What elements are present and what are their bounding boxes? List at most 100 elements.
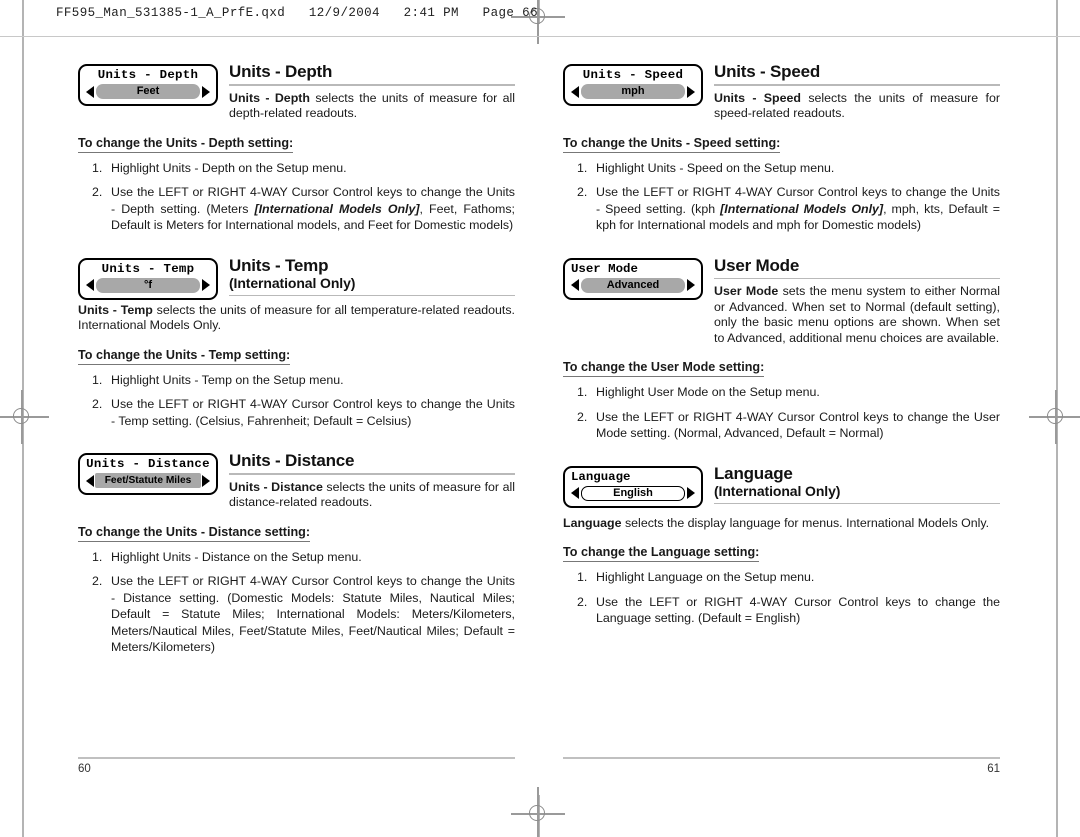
steps-list: 1. Highlight Units - Temp on the Setup me… xyxy=(78,372,515,430)
widget-value-row: English xyxy=(570,485,696,501)
menu-widget-units-distance[interactable]: Units - Distance Feet/Statute Miles xyxy=(78,453,218,496)
intro-text: selects the display language for menus. … xyxy=(621,515,990,530)
right-arrow-icon[interactable] xyxy=(202,85,210,98)
step-number: 2. xyxy=(92,574,103,589)
prepress-header: FF595_Man_531385-1_A_PrfE.qxd 12/9/2004 … xyxy=(56,6,538,20)
section-user-mode: User Mode Advanced User Mode User Mode s… xyxy=(563,256,1000,442)
section-title: Units - Speed xyxy=(714,62,821,81)
left-arrow-icon[interactable] xyxy=(571,85,579,98)
widget-value: Advanced xyxy=(581,277,685,293)
menu-widget-language[interactable]: Language English xyxy=(563,465,703,508)
section-units-speed: Units - Speed mph Units - Speed Units - … xyxy=(563,62,1000,234)
section-heading-block: Language (International Only) xyxy=(703,464,1000,505)
section-units-temp: Units - Temp °f Units - Temp (Internatio… xyxy=(78,256,515,430)
widget-title: Units - Temp xyxy=(101,261,195,276)
step-number: 2. xyxy=(92,397,103,412)
widget-value-row: Feet xyxy=(85,84,211,99)
registration-mark-bottom xyxy=(511,787,565,837)
step-text: Highlight Units - Depth on the Setup men… xyxy=(111,160,347,175)
menu-widget-user-mode[interactable]: User Mode Advanced xyxy=(563,257,703,300)
section-title: Units - Depth xyxy=(229,62,333,81)
right-page-column: Units - Speed mph Units - Speed Units - … xyxy=(563,62,1000,635)
step-item: 2. Use the LEFT or RIGHT 4-WAY Cursor Con… xyxy=(563,594,1000,627)
section-intro: User Mode sets the menu system to either… xyxy=(714,284,1000,346)
widget-value-row: mph xyxy=(570,84,696,99)
section-header: Units - Distance Feet/Statute Miles Unit… xyxy=(78,451,515,511)
steps-list: 1. Highlight Language on the Setup menu. … xyxy=(563,569,1000,627)
right-arrow-icon[interactable] xyxy=(687,487,695,500)
left-arrow-icon[interactable] xyxy=(86,474,94,487)
section-subtitle: (International Only) xyxy=(714,482,841,499)
document-page: FF595_Man_531385-1_A_PrfE.qxd 12/9/2004 … xyxy=(0,0,1080,837)
title-divider xyxy=(714,502,1000,505)
footer-right: 61 xyxy=(563,757,1000,775)
section-heading-block: User Mode User Mode sets the menu system… xyxy=(703,256,1000,347)
section-units-distance: Units - Distance Feet/Statute Miles Unit… xyxy=(78,451,515,656)
registration-mark-left xyxy=(0,390,49,444)
step-text: Use the LEFT or RIGHT 4-WAY Cursor Contr… xyxy=(596,409,1000,441)
title-divider xyxy=(714,277,1000,280)
step-item: 1. Highlight Units - Temp on the Setup me… xyxy=(78,372,515,389)
section-intro: Units - Temp selects the units of measur… xyxy=(78,303,515,334)
left-arrow-icon[interactable] xyxy=(86,85,94,98)
right-arrow-icon[interactable] xyxy=(687,279,695,292)
footer-divider xyxy=(78,757,515,759)
intro-term: Units - Depth xyxy=(229,90,310,105)
intro-term: Units - Speed xyxy=(714,90,801,105)
step-item: 1. Highlight Units - Depth on the Setup m… xyxy=(78,160,515,177)
section-title: Units - Temp xyxy=(229,255,329,275)
step-emphasis: [International Models Only] xyxy=(254,201,420,216)
section-header: Language English Language (International… xyxy=(563,464,1000,508)
widget-value-row: °f xyxy=(85,277,211,293)
left-arrow-icon[interactable] xyxy=(571,487,579,500)
steps-list: 1. Highlight User Mode on the Setup menu.… xyxy=(563,384,1000,442)
step-number: 1. xyxy=(577,570,588,585)
section-intro: Units - Distance selects the units of me… xyxy=(229,480,515,511)
step-number: 2. xyxy=(577,594,588,609)
step-emphasis: [International Models Only] xyxy=(720,201,884,216)
intro-term: User Mode xyxy=(714,284,779,299)
menu-widget-units-depth[interactable]: Units - Depth Feet xyxy=(78,64,218,106)
step-text: Highlight User Mode on the Setup menu. xyxy=(596,385,820,400)
steps-list: 1. Highlight Units - Distance on the Setu… xyxy=(78,549,515,656)
section-heading-block: Units - Speed Units - Speed selects the … xyxy=(703,62,1000,122)
step-number: 1. xyxy=(92,160,103,175)
right-arrow-icon[interactable] xyxy=(202,279,210,292)
widget-title: Units - Depth xyxy=(97,68,199,82)
step-text: Highlight Units - Temp on the Setup menu… xyxy=(111,372,344,387)
right-arrow-icon[interactable] xyxy=(687,85,695,98)
section-header: User Mode Advanced User Mode User Mode s… xyxy=(563,256,1000,347)
page-number: 61 xyxy=(987,763,1000,775)
section-heading-block: Units - Depth Units - Depth selects the … xyxy=(218,62,515,122)
step-text: Use the LEFT or RIGHT 4-WAY Cursor Contr… xyxy=(111,397,515,428)
menu-widget-units-speed[interactable]: Units - Speed mph xyxy=(563,64,703,106)
steps-list: 1. Highlight Units - Depth on the Setup m… xyxy=(78,160,515,234)
title-divider xyxy=(229,473,515,475)
section-intro: Units - Depth selects the units of measu… xyxy=(229,91,515,122)
step-number: 2. xyxy=(577,409,588,424)
widget-title: Units - Distance xyxy=(86,457,210,472)
step-number: 1. xyxy=(92,549,103,564)
left-arrow-icon[interactable] xyxy=(571,279,579,292)
step-item: 1. Highlight Units - Distance on the Setu… xyxy=(78,549,515,566)
section-title: Units - Distance xyxy=(229,451,355,471)
widget-value: mph xyxy=(581,84,685,99)
step-item: 2. Use the LEFT or RIGHT 4-WAY Cursor Con… xyxy=(78,396,515,429)
widget-value: English xyxy=(581,485,685,501)
section-language: Language English Language (International… xyxy=(563,464,1000,627)
menu-widget-units-temp[interactable]: Units - Temp °f xyxy=(78,257,218,300)
left-arrow-icon[interactable] xyxy=(86,279,94,292)
widget-value: °f xyxy=(96,277,200,293)
intro-term: Units - Temp xyxy=(78,302,153,317)
page-number: 60 xyxy=(78,763,91,775)
widget-title: Language xyxy=(571,469,631,484)
step-number: 1. xyxy=(577,385,588,400)
step-item: 2. Use the LEFT or RIGHT 4-WAY Cursor Con… xyxy=(78,573,515,656)
right-arrow-icon[interactable] xyxy=(202,474,210,487)
step-item: 1. Highlight Units - Speed on the Setup m… xyxy=(563,160,1000,177)
intro-term: Language xyxy=(563,515,622,530)
howto-heading: To change the Units - Distance setting: xyxy=(78,525,311,542)
howto-heading: To change the Units - Speed setting: xyxy=(563,136,781,153)
widget-title: User Mode xyxy=(571,261,638,276)
widget-value-row: Advanced xyxy=(570,277,696,293)
